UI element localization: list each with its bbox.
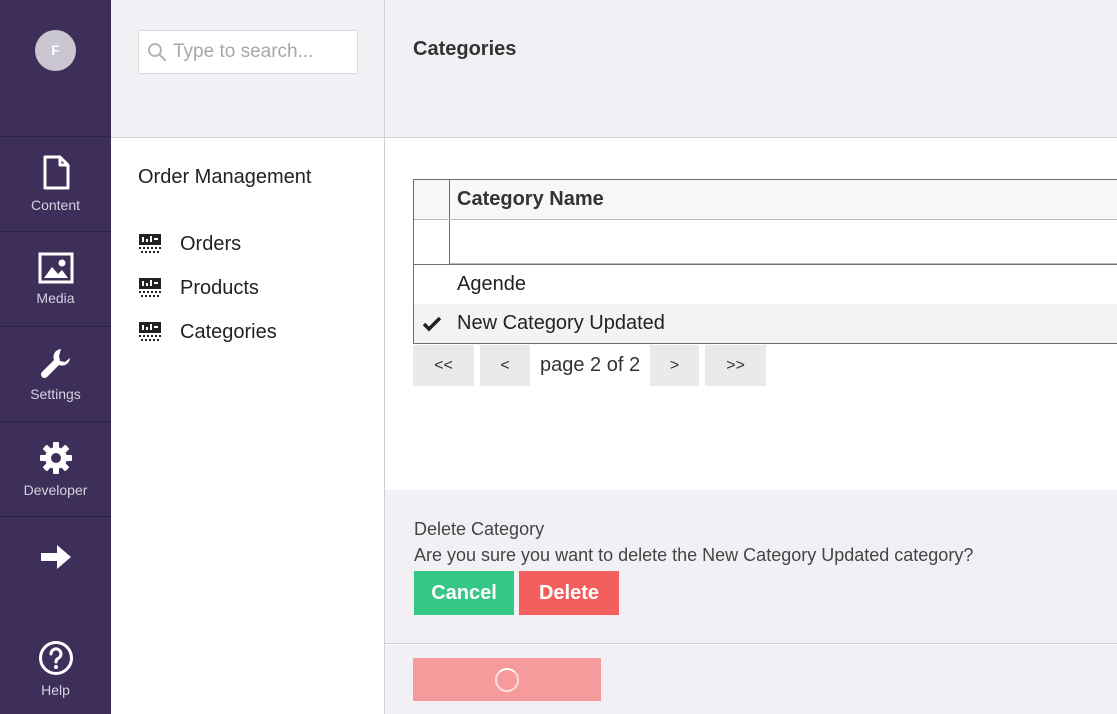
grid-filter-row [414,220,1117,265]
delete-confirmation: Delete Category Are you sure you want to… [385,490,1117,644]
grid-select-column [414,220,450,264]
loading-spinner-icon [495,667,519,692]
tree-item-orders[interactable]: Orders [138,222,277,266]
help-circle-icon [38,641,73,675]
user-avatar[interactable]: F [35,29,76,71]
tree-item-label: Products [180,276,259,299]
first-page-button[interactable]: << [413,345,474,386]
rail-item-media[interactable]: Media [0,232,111,327]
search-icon [148,43,167,62]
avatar-area: F [0,0,111,137]
rail-item-help[interactable]: Help [0,624,111,714]
tree-list: Orders Products Categories [138,222,277,354]
table-row[interactable]: Agende [414,265,1117,304]
rail-label: Developer [23,482,88,498]
row-select-cell[interactable] [414,304,450,343]
wrench-icon [40,349,70,379]
save-button-loading[interactable] [413,658,601,701]
rail-label: Media [36,290,75,306]
grid-pager: << < page 2 of 2 > >> [413,345,767,386]
category-name-cell: New Category Updated [457,312,665,334]
cancel-button[interactable]: Cancel [414,571,514,615]
list-grid-icon [139,322,161,341]
footer-bar [385,645,1117,714]
category-name-cell: Agende [457,273,526,295]
confirm-message: Are you sure you want to delete the New … [414,545,974,565]
previous-page-button[interactable]: < [480,345,530,386]
rail-item-developer[interactable]: Developer [0,422,111,517]
image-icon [38,252,73,284]
main-panel: Categories Category Name Agende New Cate… [385,0,1117,714]
grid-select-column [414,180,450,219]
arrow-right-icon [40,545,71,569]
delete-button[interactable]: Delete [519,571,619,615]
tree-panel: Order Management Orders Products [111,0,385,714]
rail-item-settings[interactable]: Settings [0,327,111,422]
filter-cell [450,220,1117,264]
rail-item-content[interactable]: Content [0,137,111,232]
row-select-cell[interactable] [414,265,450,304]
app-rail: F Content Media Settings Developer Help [0,0,111,714]
tree-item-products[interactable]: Products [138,266,277,310]
next-page-button[interactable]: > [650,345,700,386]
tree-item-categories[interactable]: Categories [138,310,277,354]
tree-header [111,0,384,138]
checkmark-icon [422,316,442,331]
rail-label: Content [30,197,81,213]
rail-expand-button[interactable] [0,517,111,597]
tree-item-label: Categories [180,320,277,343]
column-header-category-name[interactable]: Category Name [450,180,1117,219]
last-page-button[interactable]: >> [705,345,767,386]
page-title: Categories [413,38,517,60]
page-status: page 2 of 2 [540,354,641,376]
document-icon [43,155,69,190]
confirm-heading: Delete Category [414,519,545,539]
category-grid: Category Name Agende New Category Update… [413,179,1117,344]
rail-label: Help [41,682,70,698]
table-row-selected[interactable]: New Category Updated [414,304,1117,343]
list-grid-icon [139,278,161,297]
category-name-filter-input[interactable] [450,220,1117,263]
search-box[interactable] [138,30,358,74]
tree-section-title: Order Management [138,166,312,188]
list-grid-icon [139,234,161,253]
search-input[interactable] [173,41,343,63]
tree-item-label: Orders [180,232,242,255]
rail-label: Settings [30,386,81,402]
confirm-actions: Cancel Delete [414,571,619,615]
grid-header-row: Category Name [414,180,1117,220]
main-header: Categories [385,0,1117,138]
gear-icon [39,442,72,474]
